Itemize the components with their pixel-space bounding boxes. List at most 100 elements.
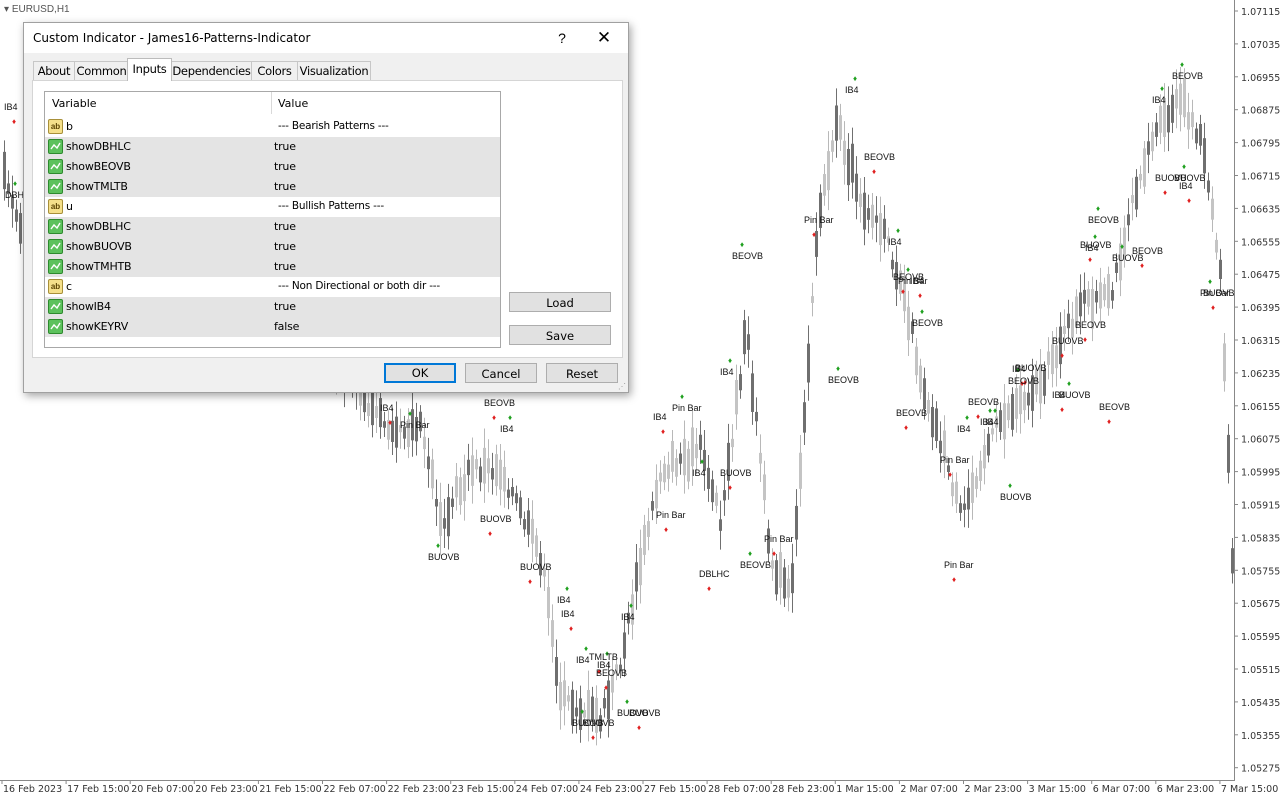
tab-about[interactable]: About xyxy=(33,61,75,80)
bullish-marker-icon: ♦ xyxy=(580,707,584,716)
pattern-label: IB4 xyxy=(380,403,394,413)
candle-body xyxy=(683,438,686,476)
input-value[interactable]: true xyxy=(274,140,296,153)
resize-grip-icon[interactable]: ⋰ xyxy=(618,382,626,391)
time-tick-label: 6 Mar 07:00 xyxy=(1093,784,1150,795)
time-tick-label: 20 Feb 23:00 xyxy=(195,784,257,795)
time-tick-label: 7 Mar 15:00 xyxy=(1221,784,1278,795)
column-header-variable[interactable]: Variable xyxy=(52,97,97,110)
reset-button[interactable]: Reset xyxy=(546,363,618,383)
candle-body xyxy=(1155,122,1158,137)
input-variable-name: showDBHLC xyxy=(66,140,131,153)
input-value[interactable]: true xyxy=(274,260,296,273)
tab-common[interactable]: Common xyxy=(74,61,129,80)
candle-body xyxy=(1107,274,1110,309)
string-type-icon: ab xyxy=(48,199,63,214)
pattern-label: Pin Bar xyxy=(400,420,430,430)
input-row[interactable]: showTMLTB true xyxy=(45,177,500,198)
candle-body xyxy=(1083,289,1086,304)
pattern-label: BUOVB xyxy=(720,468,752,478)
time-tick-label: 21 Feb 15:00 xyxy=(259,784,321,795)
bullish-marker-icon: ♦ xyxy=(629,601,633,610)
column-divider[interactable] xyxy=(271,92,272,114)
candle-body xyxy=(467,459,470,476)
input-row[interactable]: showTMHTB true xyxy=(45,257,500,278)
input-value[interactable]: true xyxy=(274,180,296,193)
input-row[interactable]: showBEOVB true xyxy=(45,157,500,178)
candle-body xyxy=(799,452,802,489)
candle-body xyxy=(671,440,674,472)
candle-body xyxy=(1055,345,1058,369)
bullish-marker-icon: ♦ xyxy=(740,240,744,249)
input-variable-name: showDBLHC xyxy=(66,220,131,233)
candle-body xyxy=(451,498,454,507)
input-value[interactable]: --- Bearish Patterns --- xyxy=(278,120,389,132)
bullish-marker-icon: ♦ xyxy=(13,179,17,188)
candle-body xyxy=(751,373,754,412)
candle-body xyxy=(1131,195,1134,204)
price-tick-label: 1.06635 xyxy=(1241,204,1280,215)
bearish-marker-icon: ♦ xyxy=(1060,351,1064,360)
input-row[interactable]: ab c --- Non Directional or both dir --- xyxy=(45,277,500,298)
candle-body xyxy=(575,707,578,717)
inputs-panel: Variable Value ab b --- Bearish Patterns -… xyxy=(32,80,623,358)
pattern-label: BEOVB xyxy=(1132,246,1163,256)
candle-body xyxy=(715,492,718,506)
candle-body xyxy=(851,143,854,183)
candle-body xyxy=(1051,344,1054,375)
candle-body xyxy=(635,562,638,592)
tab-inputs[interactable]: Inputs xyxy=(127,58,172,81)
input-row[interactable]: showIB4 true xyxy=(45,297,500,318)
candle-body xyxy=(971,472,974,503)
input-value[interactable]: true xyxy=(274,240,296,253)
candle-body xyxy=(503,466,506,492)
input-row[interactable]: showDBLHC true xyxy=(45,217,500,238)
candle-body xyxy=(763,474,766,501)
pattern-label: IB4 xyxy=(4,102,18,112)
candle-body xyxy=(999,410,1002,433)
candle-body xyxy=(1063,325,1066,334)
save-button[interactable]: Save xyxy=(509,325,611,345)
input-row[interactable]: showKEYRV false xyxy=(45,317,500,338)
bearish-marker-icon: ♦ xyxy=(904,423,908,432)
candle-body xyxy=(867,208,870,220)
column-header-value[interactable]: Value xyxy=(278,97,308,110)
pattern-label: IB4 xyxy=(910,276,924,286)
input-value[interactable]: --- Bullish Patterns --- xyxy=(278,200,384,212)
tab-colors[interactable]: Colors xyxy=(251,61,298,80)
candle-body xyxy=(659,472,662,482)
cancel-button[interactable]: Cancel xyxy=(465,363,537,383)
symbol-text: EURUSD,H1 xyxy=(11,4,70,15)
candle-body xyxy=(367,403,370,417)
input-row[interactable]: showBUOVB true xyxy=(45,237,500,258)
bullish-marker-icon: ♦ xyxy=(853,74,857,83)
input-row[interactable]: ab u --- Bullish Patterns --- xyxy=(45,197,500,218)
time-tick-label: 24 Feb 07:00 xyxy=(516,784,578,795)
bearish-marker-icon: ♦ xyxy=(728,483,732,492)
input-row[interactable]: showDBHLC true xyxy=(45,137,500,158)
input-value[interactable]: true xyxy=(274,300,296,313)
input-value[interactable]: true xyxy=(274,220,296,233)
candle-body xyxy=(507,489,510,498)
tab-dependencies[interactable]: Dependencies xyxy=(171,61,252,80)
bearish-marker-icon: ♦ xyxy=(1187,196,1191,205)
bearish-marker-icon: ♦ xyxy=(1211,303,1215,312)
tab-visualization[interactable]: Visualization xyxy=(297,61,371,80)
help-button[interactable]: ? xyxy=(552,27,572,49)
dialog-titlebar[interactable]: Custom Indicator - James16-Patterns-Indi… xyxy=(24,23,628,53)
input-row[interactable]: ab b --- Bearish Patterns --- xyxy=(45,117,500,138)
candle-body xyxy=(1199,123,1202,146)
input-value[interactable]: false xyxy=(274,320,299,333)
candle-body xyxy=(471,455,474,486)
close-button[interactable]: ✕ xyxy=(592,27,616,49)
candle-body xyxy=(623,632,626,659)
input-value[interactable]: --- Non Directional or both dir --- xyxy=(278,280,440,292)
candle-body xyxy=(791,563,794,594)
load-button[interactable]: Load xyxy=(509,292,611,312)
candle-body xyxy=(655,479,658,509)
input-value[interactable]: true xyxy=(274,160,296,173)
pattern-label: Pin Bar xyxy=(656,510,686,520)
pattern-label: BUOVB xyxy=(1015,363,1047,373)
candle-body xyxy=(983,445,986,469)
ok-button[interactable]: OK xyxy=(384,363,456,383)
